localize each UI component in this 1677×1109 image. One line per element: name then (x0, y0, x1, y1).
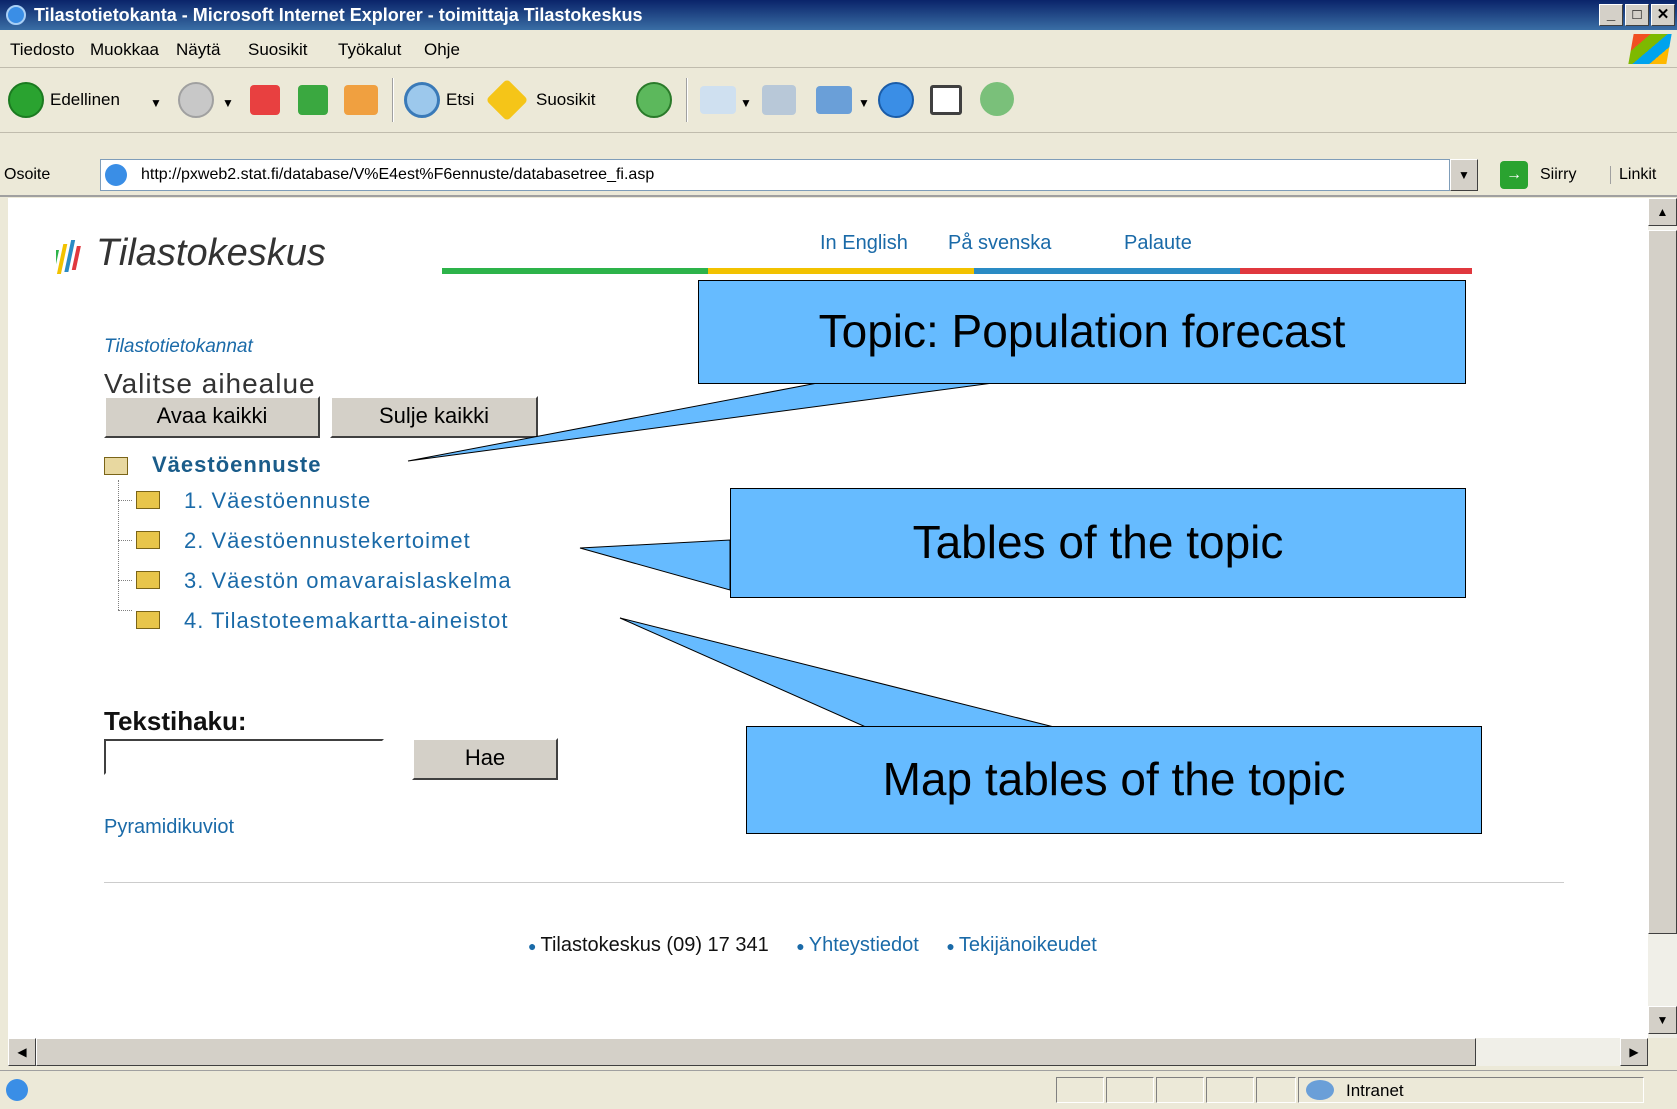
go-arrow-icon[interactable]: → (1500, 161, 1528, 189)
status-cell (1156, 1077, 1204, 1103)
toolbar-separator (686, 78, 688, 122)
menu-favorites[interactable]: Suosikit (248, 40, 308, 60)
address-input[interactable]: http://pxweb2.stat.fi/database/V%E4est%F… (100, 159, 1450, 191)
callout-topic: Topic: Population forecast (698, 280, 1466, 384)
discuss-icon[interactable] (878, 82, 914, 118)
research-icon[interactable] (930, 85, 962, 115)
print-icon[interactable] (762, 85, 796, 115)
minimize-button[interactable]: _ (1599, 4, 1623, 26)
pointer-tables (579, 539, 731, 591)
scroll-thumb[interactable] (1648, 230, 1677, 934)
menu-file[interactable]: Tiedosto (10, 40, 75, 60)
scroll-up-icon[interactable]: ▲ (1648, 198, 1677, 226)
menu-tools[interactable]: Työkalut (338, 40, 401, 60)
search-label[interactable]: Etsi (446, 90, 474, 110)
menu-edit[interactable]: Muokkaa (90, 40, 159, 60)
favorites-label[interactable]: Suosikit (536, 90, 596, 110)
mail-dropdown-icon[interactable]: ▼ (740, 96, 752, 110)
home-icon[interactable] (344, 85, 378, 115)
status-bar: Intranet (0, 1070, 1677, 1109)
page-icon (105, 164, 127, 186)
back-label[interactable]: Edellinen (50, 90, 120, 110)
intranet-icon (1306, 1080, 1334, 1100)
pointer-maps (619, 617, 1059, 729)
messenger-icon[interactable] (980, 82, 1014, 116)
windows-logo-icon (1628, 34, 1672, 64)
search-icon[interactable] (404, 82, 440, 118)
maximize-button[interactable]: □ (1625, 4, 1649, 26)
zone-label: Intranet (1346, 1081, 1404, 1100)
stop-icon[interactable] (250, 85, 280, 115)
scroll-left-icon[interactable]: ◀ (8, 1038, 36, 1066)
edit-dropdown-icon[interactable]: ▼ (858, 96, 870, 110)
toolbar-separator (392, 78, 394, 122)
address-dropdown-icon[interactable]: ▼ (1450, 159, 1478, 191)
close-button[interactable]: ✕ (1651, 4, 1675, 26)
vertical-scrollbar[interactable]: ▲ ▼ (1648, 198, 1677, 1038)
window-title: Tilastotietokanta - Microsoft Internet E… (34, 5, 643, 25)
resize-grip (1648, 1038, 1677, 1066)
scroll-right-icon[interactable]: ▶ (1620, 1038, 1648, 1066)
browser-window: Tilastotietokanta - Microsoft Internet E… (0, 0, 1677, 1109)
address-bar: Osoite http://pxweb2.stat.fi/database/V%… (0, 133, 1677, 197)
go-button[interactable]: Siirry (1540, 166, 1576, 184)
history-icon[interactable] (636, 82, 672, 118)
edit-icon[interactable] (816, 86, 852, 114)
status-cell (1206, 1077, 1254, 1103)
callout-tables: Tables of the topic (730, 488, 1466, 598)
address-url[interactable]: http://pxweb2.stat.fi/database/V%E4est%F… (141, 166, 654, 184)
page-content: Tilastokeskus In English På svenska Pala… (8, 198, 1648, 1038)
back-dropdown-icon[interactable]: ▼ (150, 96, 162, 110)
pointer-topic (407, 380, 1009, 462)
scroll-down-icon[interactable]: ▼ (1648, 1006, 1677, 1034)
window-controls: _ □ ✕ (1599, 4, 1675, 26)
mail-icon[interactable] (700, 86, 736, 114)
menu-help[interactable]: Ohje (424, 40, 460, 60)
status-cell (1106, 1077, 1154, 1103)
forward-icon[interactable] (178, 82, 214, 118)
back-icon[interactable] (8, 82, 44, 118)
refresh-icon[interactable] (298, 85, 328, 115)
ie-icon (6, 5, 26, 25)
title-bar: Tilastotietokanta - Microsoft Internet E… (0, 0, 1677, 30)
status-cell (1056, 1077, 1104, 1103)
horizontal-scrollbar[interactable]: ◀ ▶ (8, 1038, 1648, 1066)
favorites-star-icon[interactable] (485, 78, 529, 122)
menu-view[interactable]: Näytä (176, 40, 220, 60)
menu-bar: Tiedosto Muokkaa Näytä Suosikit Työkalut… (0, 31, 1677, 68)
forward-dropdown-icon[interactable]: ▼ (222, 96, 234, 110)
callout-maps: Map tables of the topic (746, 726, 1482, 834)
address-label: Osoite (4, 166, 51, 183)
horizontal-scroll-thumb[interactable] (36, 1038, 1476, 1066)
status-cell (1256, 1077, 1296, 1103)
toolbar: Edellinen ▼ ▼ Etsi Suosikit ▼ ▼ (0, 68, 1677, 133)
links-button[interactable]: Linkit (1610, 166, 1656, 184)
page-status-icon (6, 1079, 28, 1101)
